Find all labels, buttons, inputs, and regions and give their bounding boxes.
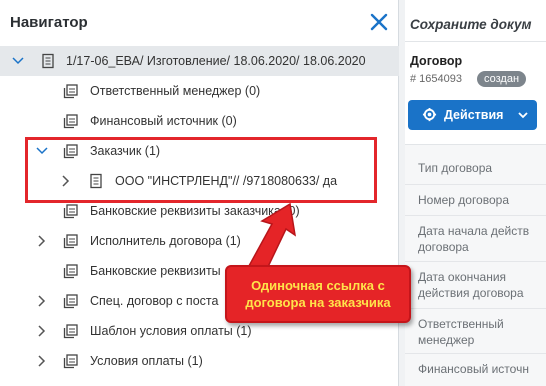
tree-row-label: Исполнитель договора (1)	[90, 234, 241, 248]
tree-row[interactable]: Ответственный менеджер (0)	[0, 76, 399, 106]
tree-row[interactable]: Исполнитель договора (1)	[0, 226, 399, 256]
link-card-icon	[63, 264, 78, 279]
field-label: Дата окончания действия договора	[418, 269, 524, 301]
tree-row-label: Спец. договор с поста	[90, 294, 219, 308]
status-badge: создан	[477, 71, 527, 87]
link-card-icon	[63, 354, 78, 369]
close-icon[interactable]	[369, 12, 389, 32]
chevron-right-icon[interactable]	[36, 325, 48, 337]
tree-row[interactable]: 1/17-06_ЕВА/ Изготовление/ 18.06.2020/ 1…	[0, 46, 399, 76]
tree-row-label: Финансовый источник (0)	[90, 114, 237, 128]
divider	[405, 41, 546, 42]
field-divider	[405, 184, 546, 185]
field-label-line: Дата окончания	[418, 270, 507, 284]
link-card-icon	[63, 84, 78, 99]
field-divider	[405, 353, 546, 354]
field-label: Дата начала действ договора	[418, 223, 529, 255]
tree-row-label: 1/17-06_ЕВА/ Изготовление/ 18.06.2020/ 1…	[66, 54, 366, 68]
link-card-icon	[63, 114, 78, 129]
navigator-header: Навигатор	[0, 0, 399, 44]
field-divider	[405, 215, 546, 216]
link-card-icon	[63, 234, 78, 249]
field-label-line: Номер договора	[418, 193, 509, 207]
field-label-line: Ответственный	[418, 317, 504, 331]
field-label: Финансовый источн	[418, 361, 529, 377]
field-label-line: Тип договора	[418, 161, 493, 175]
actions-icon	[422, 107, 437, 122]
tree-row-label: Ответственный менеджер (0)	[90, 84, 261, 98]
link-card-icon	[63, 204, 78, 219]
tree-row-label: Банковские реквизиты заказчика (0)	[90, 204, 300, 218]
doc-number: # 1654093	[410, 73, 462, 85]
tree-row-label: Условия оплаты (1)	[90, 354, 203, 368]
field-label-line: Финансовый источн	[418, 362, 529, 376]
details-title: Сохраните докум	[410, 17, 532, 32]
field-label: Номер договора	[418, 192, 509, 208]
field-divider	[405, 308, 546, 309]
actions-label: Действия	[444, 108, 504, 122]
chevron-down-icon	[518, 112, 528, 119]
actions-button[interactable]: Действия	[408, 100, 537, 130]
details-fields: Тип договора Номер договора Дата начала де…	[405, 144, 546, 386]
field-label: Ответственный менеджер	[418, 316, 504, 348]
doc-type: Договор	[410, 54, 463, 68]
field-label-line: Дата начала действ	[418, 224, 530, 238]
document-icon	[42, 53, 54, 69]
chevron-right-icon[interactable]	[36, 235, 48, 247]
link-card-icon	[63, 324, 78, 339]
chevron-down-icon[interactable]	[12, 55, 24, 67]
navigator-title: Навигатор	[10, 13, 88, 31]
field-label: Тип договора	[418, 160, 492, 176]
field-label-line: договора	[418, 240, 469, 254]
chevron-right-icon[interactable]	[36, 295, 48, 307]
field-label-line: действия договора	[418, 286, 524, 300]
tree-row-label: Банковские реквизиты	[90, 264, 221, 278]
tree-row-label: Шаблон условия оплаты (1)	[90, 324, 252, 338]
chevron-right-icon[interactable]	[36, 355, 48, 367]
tree-row[interactable]: Финансовый источник (0)	[0, 106, 399, 136]
tree-row[interactable]: Условия оплаты (1)	[0, 346, 399, 376]
highlight-box	[25, 137, 377, 203]
annotation-callout: Одиночная ссылка с договора на заказчика	[225, 265, 411, 323]
field-label-line: менеджер	[418, 333, 475, 347]
link-card-icon	[63, 294, 78, 309]
details-panel: Сохраните докум Договор # 1654093 создан…	[405, 0, 546, 386]
field-divider	[405, 261, 546, 262]
